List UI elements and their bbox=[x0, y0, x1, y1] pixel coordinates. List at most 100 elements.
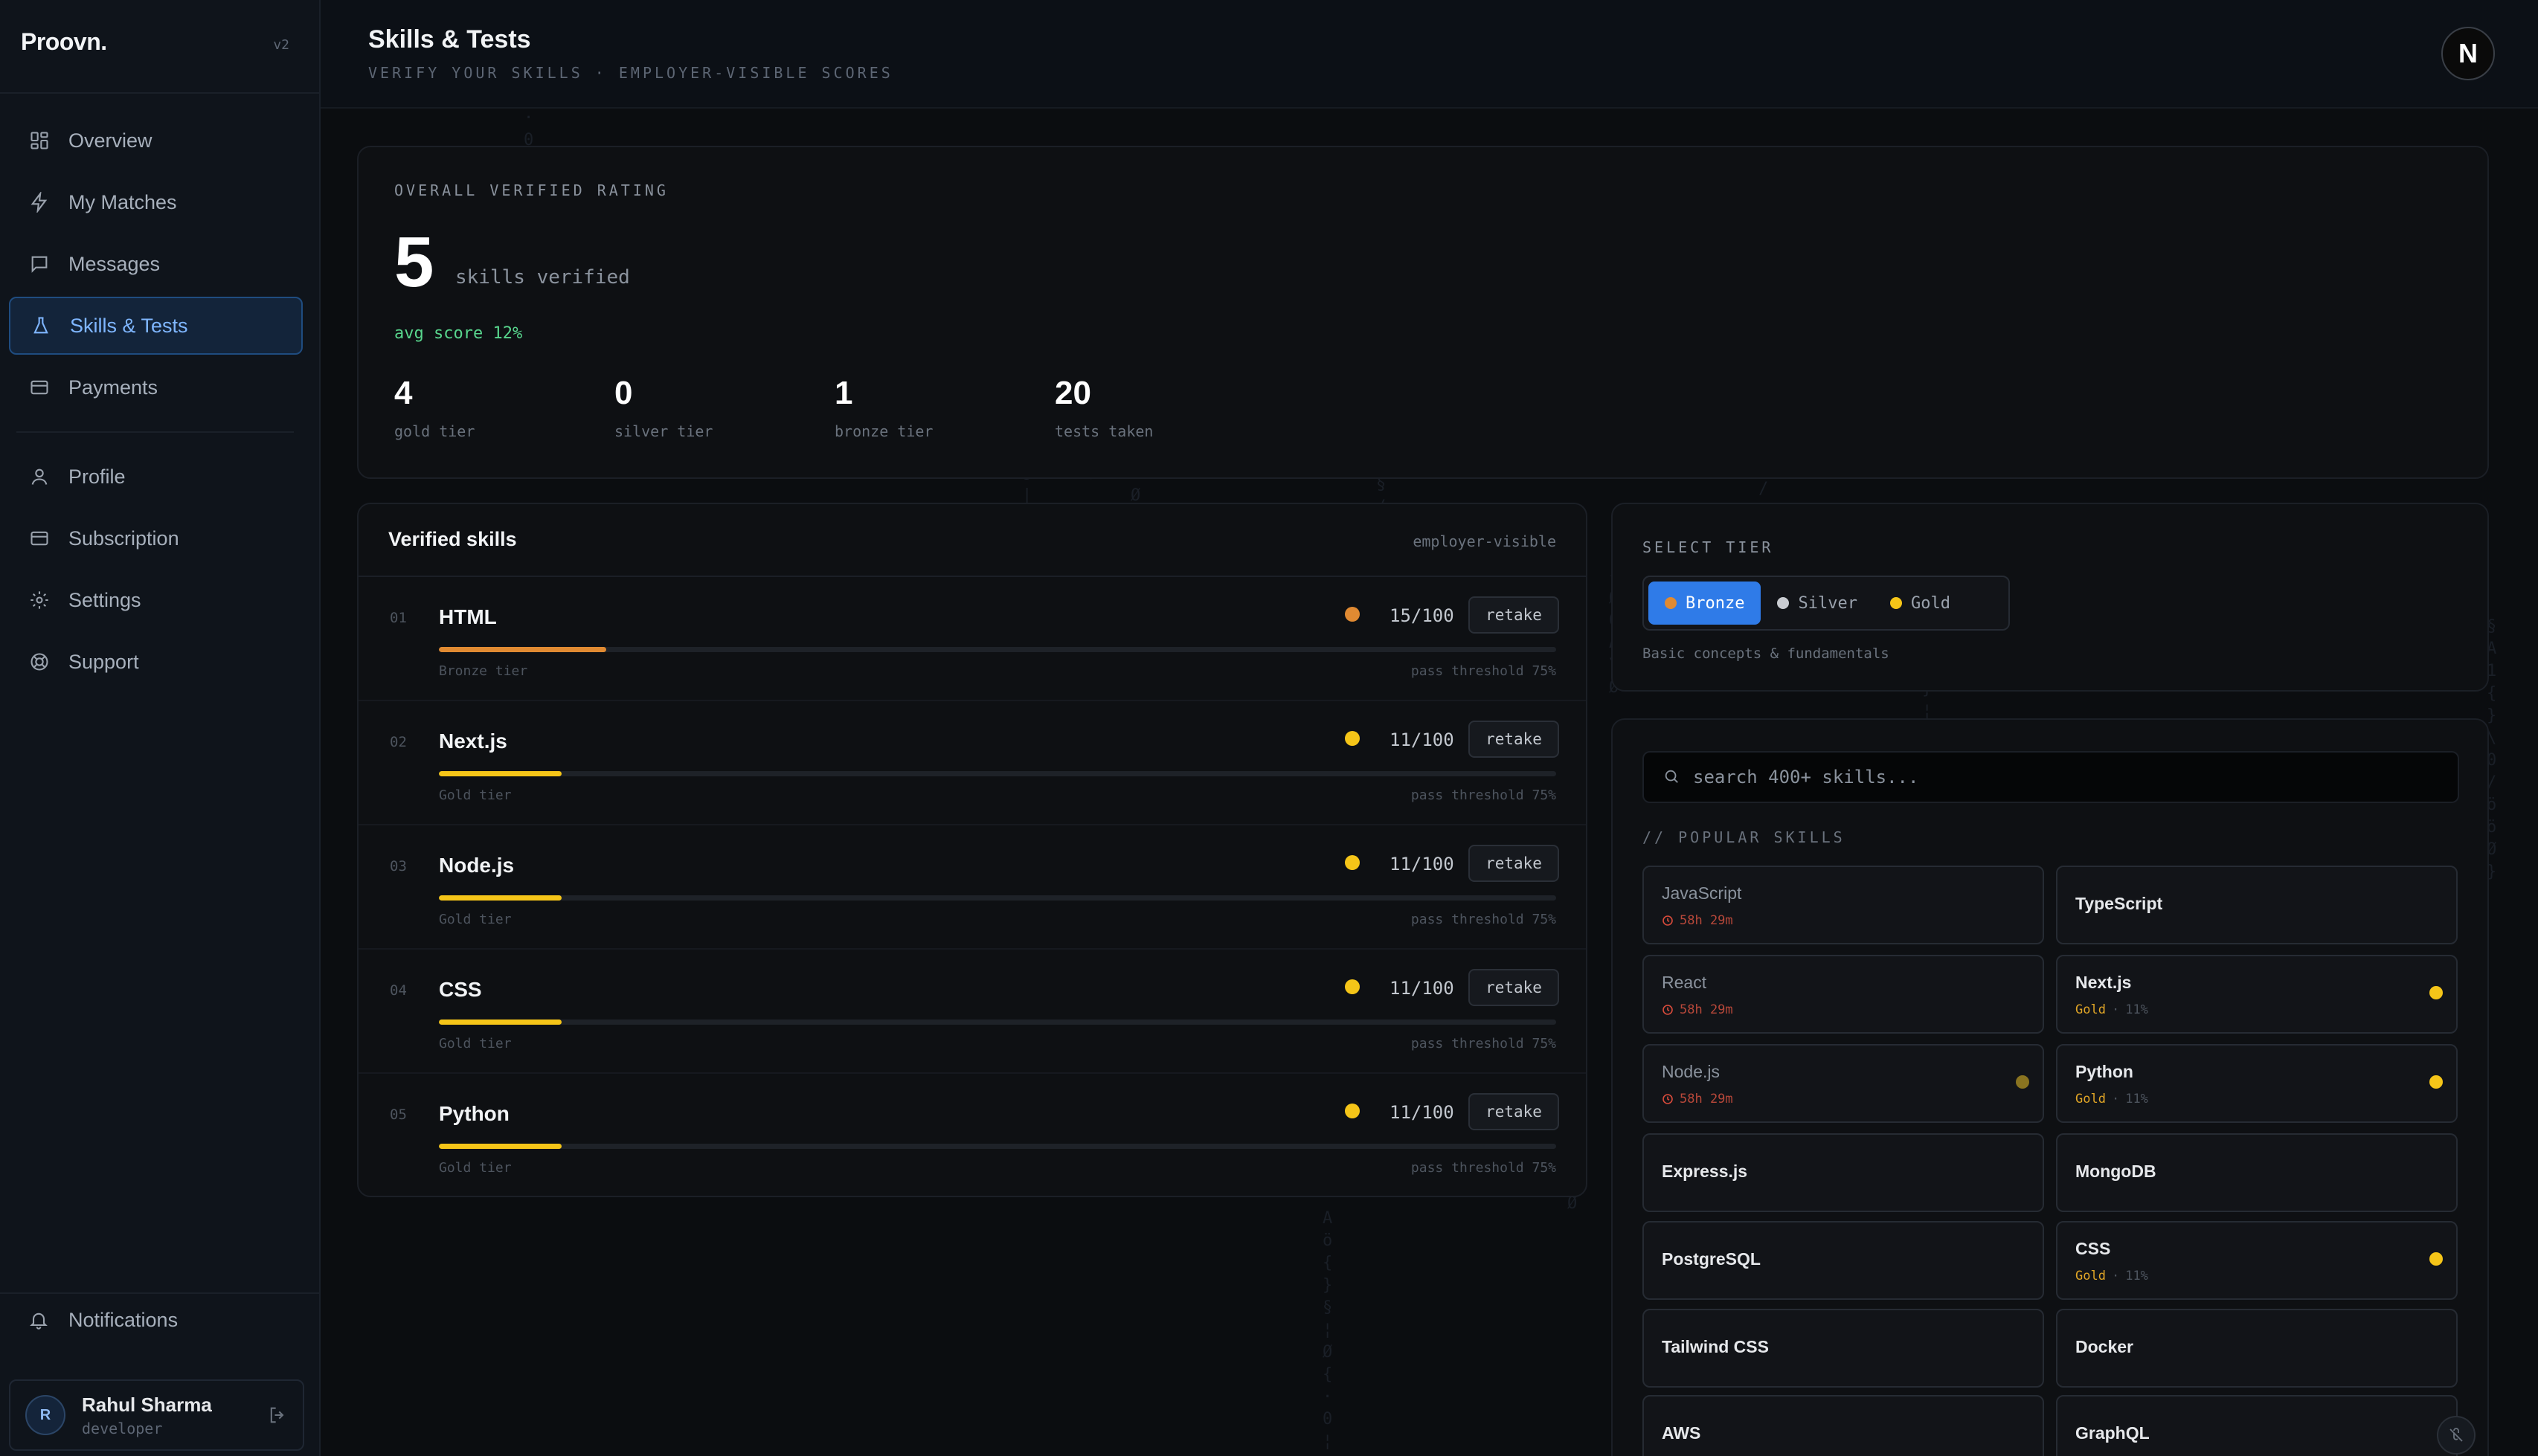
account-avatar[interactable]: N bbox=[2441, 27, 2495, 80]
retake-button[interactable]: retake bbox=[1468, 596, 1559, 634]
page-title: Skills & Tests bbox=[368, 25, 531, 54]
retake-button[interactable]: retake bbox=[1468, 845, 1559, 882]
skill-tile[interactable]: Docker bbox=[2056, 1309, 2458, 1388]
skill-row: 03 Node.js 11/100 retake Gold tier pass thres… bbox=[359, 825, 1586, 950]
pass-threshold: pass threshold 75% bbox=[1410, 787, 1556, 803]
tier-description: Basic concepts & fundamentals bbox=[1642, 645, 1889, 662]
tier-option-bronze[interactable]: Bronze bbox=[1648, 582, 1761, 625]
tier-dot-icon bbox=[1345, 855, 1360, 870]
rating-label: OVERALL VERIFIED RATING bbox=[394, 181, 669, 199]
avatar: R bbox=[25, 1395, 65, 1435]
matrix-glyph: A bbox=[1323, 1209, 1333, 1228]
matrix-glyph: { bbox=[1323, 1365, 1333, 1384]
skill-tile[interactable]: CSS Gold · 11% bbox=[2056, 1221, 2458, 1300]
cooldown-value: 58h 29m bbox=[1680, 1002, 1733, 1017]
sidebar-item-support[interactable]: Support bbox=[9, 633, 303, 691]
skill-tile[interactable]: Next.js Gold · 11% bbox=[2056, 955, 2458, 1034]
sidebar-item-label: My Matches bbox=[68, 190, 177, 213]
retake-button[interactable]: retake bbox=[1468, 1093, 1559, 1130]
separator: · bbox=[2111, 1092, 2120, 1107]
sidebar-item-payments[interactable]: Payments bbox=[9, 358, 303, 416]
skill-tile[interactable]: TypeScript bbox=[2056, 866, 2458, 944]
score-progress-bar bbox=[439, 1144, 1556, 1149]
employer-visible-tag: employer-visible bbox=[1413, 532, 1556, 550]
score-progress-bar bbox=[439, 771, 1556, 776]
mute-toggle-button[interactable] bbox=[2437, 1416, 2476, 1455]
tier-option-gold[interactable]: Gold bbox=[1874, 582, 1967, 625]
matrix-glyph: } bbox=[1323, 1276, 1333, 1295]
score-progress-fill bbox=[439, 1019, 562, 1025]
pass-threshold: pass threshold 75% bbox=[1410, 912, 1556, 927]
retake-button[interactable]: retake bbox=[1468, 721, 1559, 758]
score-progress-fill bbox=[439, 771, 562, 776]
separator: · bbox=[2111, 1002, 2120, 1017]
cooldown-value: 58h 29m bbox=[1680, 1092, 1733, 1107]
skill-catalog-card: search 400+ skills... // POPULAR SKILLS … bbox=[1611, 718, 2489, 1456]
score-progress-bar bbox=[439, 895, 1556, 901]
sidebar-item-label: Settings bbox=[68, 588, 141, 611]
skill-tile[interactable]: JavaScript 58h 29m bbox=[1642, 866, 2044, 944]
score-progress-fill bbox=[439, 1144, 562, 1149]
matrix-glyph: · bbox=[1323, 1388, 1333, 1406]
cooldown-timer: 58h 29m bbox=[1662, 1092, 1733, 1107]
skill-tier: Gold tier bbox=[439, 1036, 512, 1051]
tile-pct: 11% bbox=[2125, 1092, 2148, 1107]
skill-tile[interactable]: GraphQL bbox=[2056, 1395, 2458, 1456]
matrix-glyph: ¦ bbox=[1323, 1432, 1333, 1451]
skill-tile[interactable]: PostgreSQL bbox=[1642, 1221, 2044, 1300]
tile-tier: Gold bbox=[2075, 1269, 2106, 1283]
sidebar-item-overview[interactable]: Overview bbox=[9, 112, 303, 170]
tile-tier: Gold bbox=[2075, 1002, 2106, 1017]
page-subtitle: VERIFY YOUR SKILLS · EMPLOYER-VISIBLE SC… bbox=[368, 64, 893, 82]
brand-logo[interactable]: Proovn. bbox=[21, 28, 107, 56]
sidebar-item-notifications[interactable]: Notifications bbox=[28, 1309, 178, 1332]
sidebar-item-label: Messages bbox=[68, 252, 161, 275]
skill-tile[interactable]: AWS bbox=[1642, 1395, 2044, 1456]
skill-tile[interactable]: MongoDB bbox=[2056, 1133, 2458, 1212]
sidebar-item-profile[interactable]: Profile bbox=[9, 448, 303, 506]
logout-icon[interactable] bbox=[267, 1405, 289, 1427]
matrix-glyph: Ø bbox=[1323, 1343, 1333, 1362]
separator: · bbox=[2111, 1269, 2120, 1283]
skill-row: 05 Python 11/100 retake Gold tier pass thresh… bbox=[359, 1074, 1586, 1198]
retake-button[interactable]: retake bbox=[1468, 969, 1559, 1006]
sidebar-item-subscription[interactable]: Subscription bbox=[9, 509, 303, 567]
skill-tile[interactable]: Python Gold · 11% bbox=[2056, 1044, 2458, 1123]
clock-icon bbox=[1662, 1094, 1673, 1104]
lifebuoy-icon bbox=[28, 651, 51, 673]
tier-option-silver[interactable]: Silver bbox=[1761, 582, 1873, 625]
cooldown-timer: 58h 29m bbox=[1662, 1002, 1733, 1017]
nav-divider bbox=[16, 431, 294, 433]
tier-dot-icon bbox=[2016, 1075, 2029, 1089]
stat-value: 0 bbox=[614, 375, 633, 411]
skill-name: Python bbox=[439, 1102, 510, 1125]
skill-name: CSS bbox=[439, 978, 482, 1001]
skill-tile[interactable]: Tailwind CSS bbox=[1642, 1309, 2044, 1388]
tier-dot-icon bbox=[2429, 986, 2443, 999]
search-placeholder: search 400+ skills... bbox=[1693, 767, 1919, 787]
skill-tile-name: Next.js bbox=[2075, 973, 2132, 992]
tier-dot-icon bbox=[1345, 1104, 1360, 1118]
skill-search-input[interactable]: search 400+ skills... bbox=[1642, 751, 2459, 803]
skill-tile[interactable]: Express.js bbox=[1642, 1133, 2044, 1212]
verified-skills-card: Verified skills employer-visible 01 HTML 1… bbox=[357, 503, 1587, 1197]
skill-tile[interactable]: React 58h 29m bbox=[1642, 955, 2044, 1034]
stat-label: tests taken bbox=[1055, 422, 1154, 440]
tile-tier-meta: Gold · 11% bbox=[2075, 1092, 2148, 1107]
skill-row: 02 Next.js 11/100 retake Gold tier pass thres… bbox=[359, 701, 1586, 825]
sidebar-item-messages[interactable]: Messages bbox=[9, 235, 303, 293]
sidebar-item-label: Payments bbox=[68, 376, 158, 399]
select-tier-card: SELECT TIER Bronze Silver Gold Basic con… bbox=[1611, 503, 2489, 692]
sidebar-item-label: Notifications bbox=[68, 1309, 179, 1331]
user-card[interactable]: R Rahul Sharma developer bbox=[9, 1379, 304, 1451]
skill-tier: Gold tier bbox=[439, 787, 512, 803]
sidebar-item-skills-tests[interactable]: Skills & Tests bbox=[9, 297, 303, 355]
verified-count-label: skills verified bbox=[455, 266, 630, 289]
matrix-glyph: { bbox=[2487, 684, 2497, 703]
score-progress-bar bbox=[439, 1019, 1556, 1025]
tier-option-label: Gold bbox=[1910, 593, 1950, 613]
sidebar-item-settings[interactable]: Settings bbox=[9, 571, 303, 629]
sidebar-item-my-matches[interactable]: My Matches bbox=[9, 173, 303, 231]
tier-option-label: Silver bbox=[1798, 593, 1857, 613]
skill-tile[interactable]: Node.js 58h 29m bbox=[1642, 1044, 2044, 1123]
